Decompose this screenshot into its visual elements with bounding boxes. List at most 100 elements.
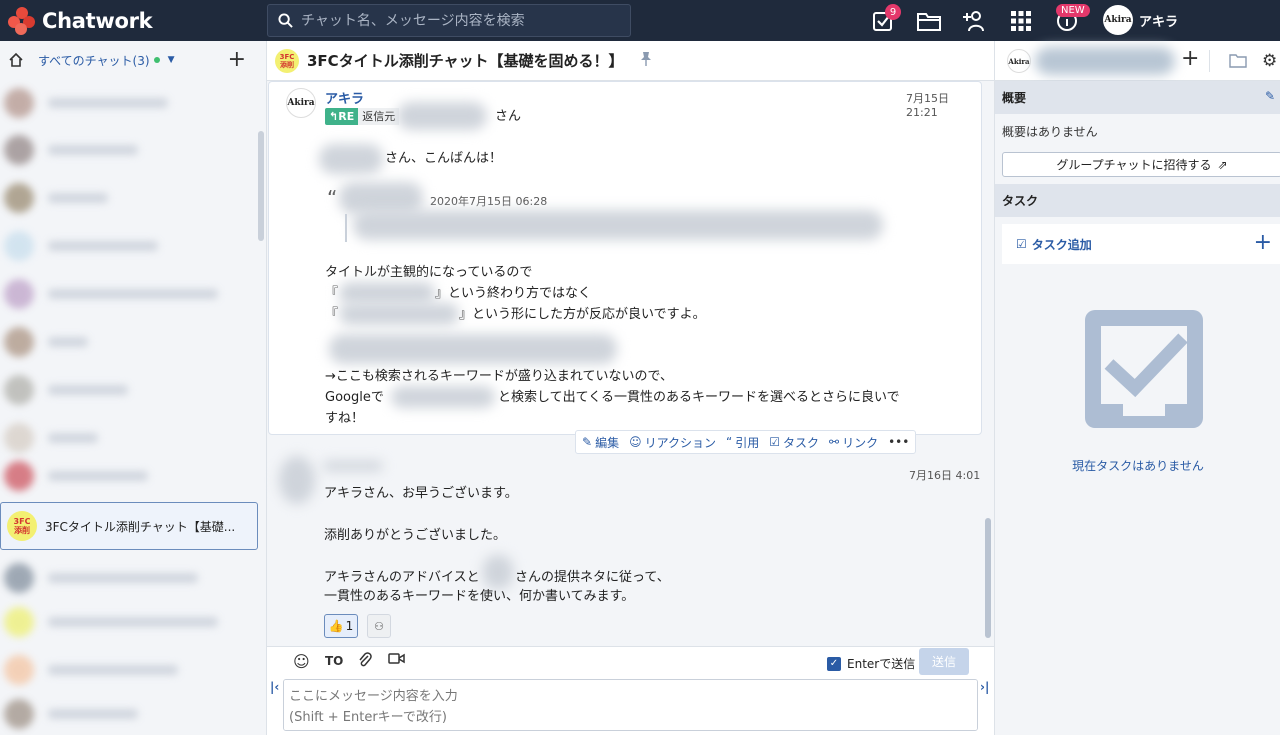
redacted-name — [397, 102, 487, 130]
message-text: すね！ — [325, 411, 365, 426]
app-logo[interactable]: Chatwork — [8, 6, 258, 35]
chat-filter-label[interactable]: すべてのチャット(3) — [38, 52, 150, 69]
timeline-scrollbar[interactable] — [985, 518, 991, 638]
chat-list-item[interactable] — [4, 561, 240, 595]
chat-list-item[interactable] — [4, 605, 240, 639]
message-input[interactable] — [283, 679, 978, 731]
reply-suffix: さん — [495, 109, 522, 124]
new-badge: NEW — [1056, 4, 1090, 17]
chat-list-item[interactable] — [4, 373, 240, 407]
add-member-button[interactable]: + — [1181, 46, 1199, 71]
message-text: さん、こんばんは！ — [385, 151, 503, 166]
home-icon[interactable] — [8, 52, 24, 68]
sidebar-scrollbar[interactable] — [258, 131, 264, 241]
info-nav-button[interactable]: NEW — [1044, 0, 1090, 41]
invite-group-chat-button[interactable]: グループチャットに招待する ⇗ — [1002, 152, 1280, 177]
link-icon: ⚯ — [829, 435, 840, 449]
room-members-header: Akira + ⚙ — [994, 41, 1280, 81]
chat-list-item[interactable] — [4, 697, 240, 731]
search-icon — [278, 13, 293, 28]
member-avatar[interactable]: Akira — [1007, 49, 1031, 73]
redacted-text — [391, 386, 495, 408]
quote-button[interactable]: “引用 — [726, 434, 759, 451]
chat-list-item[interactable] — [4, 459, 240, 493]
message-item[interactable]: Akira アキラ 7月15日 21:21 ↰RE 返信元 さん さん、こんばん… — [268, 81, 982, 435]
unread-dot — [153, 57, 160, 63]
chat-list-item-label: 3FCタイトル添削チャット【基礎... — [45, 519, 236, 534]
filter-dropdown-icon[interactable]: ▼ — [168, 55, 175, 65]
send-button[interactable]: 送信 — [919, 648, 969, 675]
redacted-name — [483, 555, 513, 589]
reply-source-label: 返信元 — [358, 108, 400, 125]
message-text: 』という終わり方ではなく — [435, 286, 592, 301]
sender-avatar[interactable]: Akira — [286, 88, 316, 118]
link-button[interactable]: ⚯ リンク — [829, 434, 878, 451]
quote-bar — [345, 214, 347, 242]
folder-icon[interactable] — [1229, 53, 1247, 72]
task-section-header: タスク — [995, 184, 1280, 217]
add-task-button[interactable]: ☑ タスク追加 + — [1002, 224, 1280, 264]
redacted-name — [319, 144, 383, 174]
message-text: アキラさんのアドバイスと — [324, 570, 480, 585]
add-task-plus-icon[interactable]: + — [1254, 230, 1272, 255]
message-action-bar: ✎ 編集 ☺ リアクション “引用 ☑ タスク ⚯ リンク ••• — [575, 430, 917, 454]
enter-to-send-toggle[interactable]: ✓ Enterで送信 — [827, 655, 915, 672]
checkbox-icon: ☑ — [769, 435, 780, 449]
search-input[interactable] — [301, 12, 621, 29]
task-button[interactable]: ☑ タスク — [769, 434, 819, 451]
emoji-icon[interactable]: ☺ — [293, 652, 310, 671]
divider — [1209, 50, 1210, 72]
edit-button[interactable]: ✎ 編集 — [582, 434, 619, 451]
pencil-icon: ✎ — [582, 435, 593, 449]
chat-list-item[interactable] — [4, 653, 240, 687]
reaction-button[interactable]: ☺ リアクション — [629, 434, 716, 451]
search-box[interactable] — [267, 4, 631, 37]
redacted-text — [339, 282, 435, 304]
pin-icon[interactable] — [640, 51, 652, 71]
folder-icon — [917, 12, 941, 31]
video-call-icon[interactable] — [388, 652, 405, 669]
chat-list-item[interactable] — [4, 86, 240, 120]
redacted-sender — [323, 461, 383, 471]
message-timestamp[interactable]: 7月15日 21:21 — [906, 90, 981, 119]
task-nav-button[interactable]: 9 — [860, 0, 906, 41]
new-chat-button[interactable]: + — [228, 47, 246, 72]
chat-list-item[interactable] — [4, 133, 240, 167]
chat-list-item[interactable] — [4, 181, 240, 215]
sender-name[interactable]: アキラ — [325, 88, 364, 107]
task-count-badge: 9 — [885, 4, 901, 20]
quote-mark-icon: “ — [327, 186, 338, 210]
room-header: 3FC 添削 3FCタイトル添削チャット【基礎を固める！】 — [267, 41, 994, 81]
apps-nav-button[interactable] — [998, 0, 1044, 41]
reaction-thumbs-up[interactable]: 👍 1 — [324, 614, 358, 638]
message-text: と検索して出てくる一貫性のあるキーワードを選べるとさらに良いで — [498, 390, 900, 405]
collapse-left-icon[interactable]: |‹ — [270, 680, 279, 694]
collapse-right-icon[interactable]: ›| — [980, 680, 989, 694]
chat-list-item[interactable] — [4, 421, 240, 455]
message-text: 『 — [325, 307, 339, 322]
reply-tag[interactable]: ↰RE 返信元 — [325, 108, 400, 125]
message-text: Googleで — [325, 390, 384, 405]
users-icon: ⚇ — [374, 619, 384, 633]
gear-icon[interactable]: ⚙ — [1262, 51, 1277, 71]
reaction-users-button[interactable]: ⚇ — [367, 614, 391, 638]
external-link-icon: ⇗ — [1217, 157, 1228, 172]
message-text: 一貫性のあるキーワードを使い、何か書いてみます。 — [324, 589, 635, 604]
contact-nav-button[interactable] — [952, 0, 998, 41]
user-menu[interactable]: Akira アキラ — [1103, 5, 1178, 35]
to-button[interactable]: TO — [325, 654, 343, 668]
chat-list-item[interactable] — [4, 229, 240, 263]
more-actions-button[interactable]: ••• — [888, 435, 909, 449]
edit-overview-icon[interactable]: ✎ — [1265, 89, 1275, 103]
add-contact-icon — [963, 10, 984, 31]
message-timeline: Akira アキラ 7月15日 21:21 ↰RE 返信元 さん さん、こんばん… — [267, 81, 994, 646]
message-timestamp[interactable]: 7月16日 4:01 — [909, 467, 980, 483]
chat-list-item[interactable] — [4, 277, 240, 311]
redacted-member-avatars — [1035, 47, 1175, 75]
attachment-icon[interactable] — [358, 652, 372, 672]
message-composer: ☺ TO ✓ Enterで送信 送信 |‹ ›| — [267, 646, 994, 735]
message-text: 『 — [325, 286, 339, 301]
chat-list-item-active[interactable]: 3FC 添削 3FCタイトル添削チャット【基礎... — [0, 502, 258, 550]
chat-list-item[interactable] — [4, 325, 240, 359]
file-nav-button[interactable] — [906, 0, 952, 41]
